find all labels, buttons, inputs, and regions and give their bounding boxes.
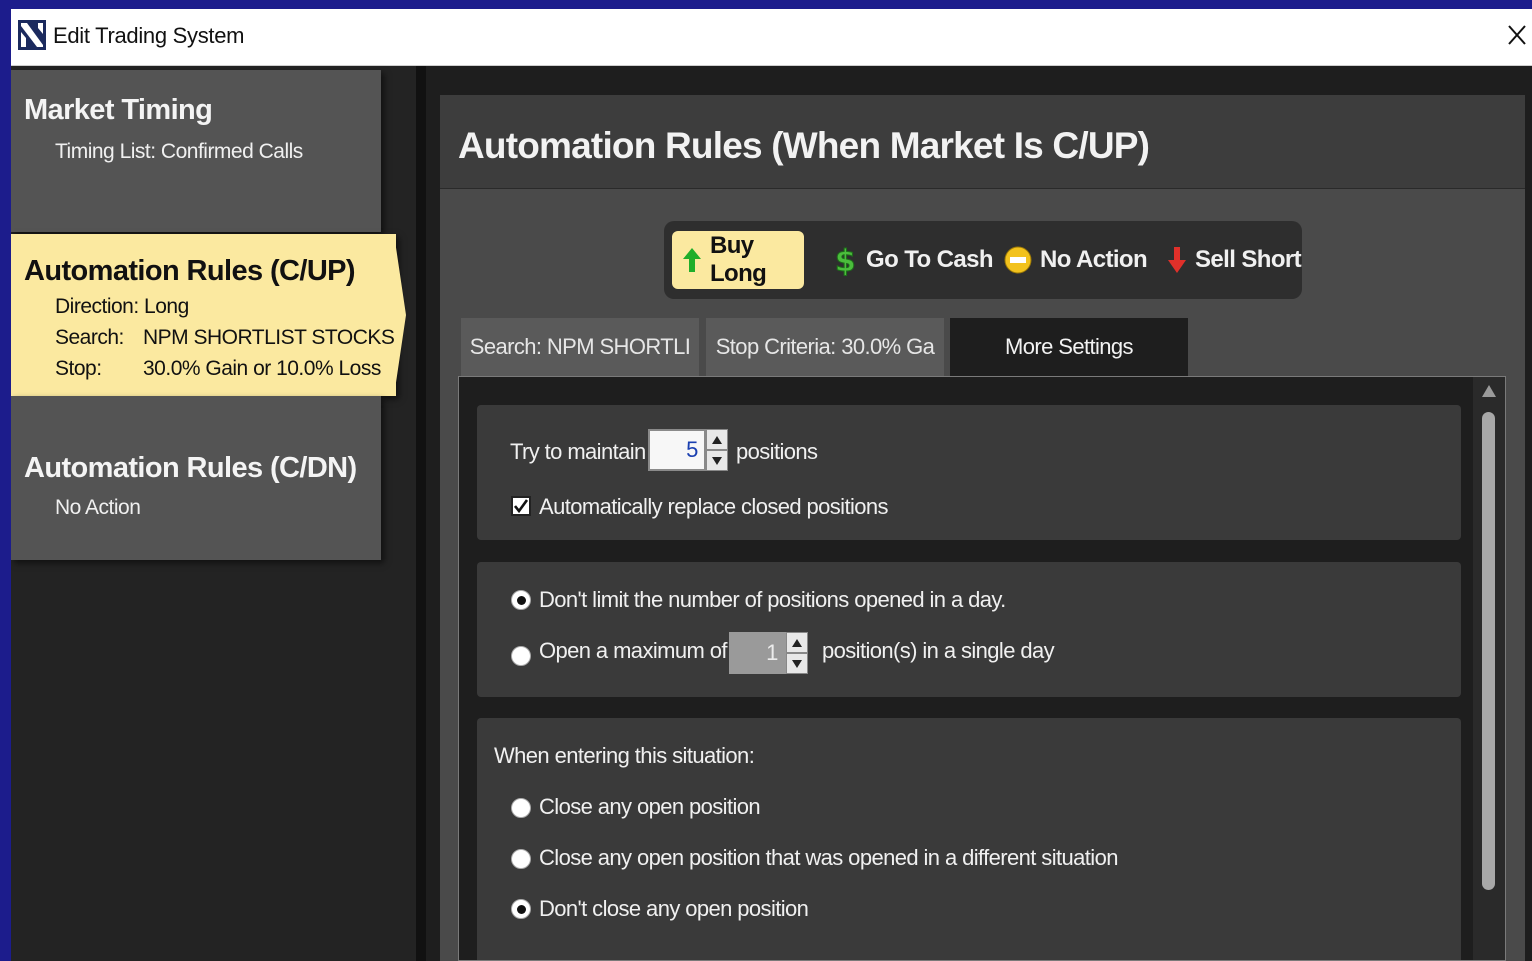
scroll-up-button[interactable] [1482, 385, 1496, 397]
stop-value: 30.0% Gain or 10.0% Loss [143, 357, 381, 380]
panel-header: Automation Rules (When Market Is C/UP) [440, 95, 1525, 189]
stop-label: Stop: [55, 357, 102, 380]
stepper-up-button[interactable] [706, 429, 728, 450]
auto-replace-checkbox[interactable] [511, 496, 531, 516]
radio-no-daily-limit[interactable] [511, 590, 531, 610]
stepper-down-button[interactable] [786, 653, 808, 674]
scroll-thumb[interactable] [1482, 412, 1495, 890]
max-per-day-input[interactable]: 1 [729, 632, 786, 674]
close-any-label: Close any open position [539, 794, 761, 819]
maintain-positions-stepper[interactable]: 5 [648, 429, 728, 471]
radio-selected-dot [516, 904, 526, 914]
nav-card-direction: Direction: Long [55, 295, 189, 318]
nav-card-title: Automation Rules (C/UP) [24, 255, 356, 287]
automation-rules-panel: Automation Rules (When Market Is C/UP) B… [440, 95, 1525, 961]
desktop-background-left [0, 9, 11, 961]
stepper-arrows [786, 632, 808, 674]
nav-card-title: Automation Rules (C/DN) [24, 452, 357, 484]
tab-stop-criteria[interactable]: Stop Criteria: 30.0% Ga [706, 318, 944, 376]
auto-replace-label: Automatically replace closed positions [539, 494, 889, 519]
stepper-up-button[interactable] [786, 632, 808, 653]
dont-close-label: Don't close any open position [539, 896, 809, 921]
radio-selected-dot [516, 595, 526, 605]
maintain-positions-input[interactable]: 5 [648, 429, 706, 471]
nav-card-subtitle: No Action [55, 496, 141, 519]
tab-search[interactable]: Search: NPM SHORTLI [461, 318, 699, 376]
panel-title: Automation Rules (When Market Is C/UP) [458, 125, 1150, 166]
radio-close-different[interactable] [511, 849, 531, 869]
buy-long-label: Buy Long [710, 232, 767, 287]
go-to-cash-button[interactable]: $ Go To Cash [832, 231, 993, 289]
maintain-suffix: positions [736, 439, 818, 464]
sell-short-label: Sell Short [1195, 246, 1302, 273]
edit-trading-system-window: Edit Trading System Market Timing Timing… [11, 9, 1532, 961]
nav-card-subtitle: Timing List: Confirmed Calls [55, 140, 303, 163]
chevron-up-icon [712, 435, 722, 444]
title-bar: Edit Trading System [11, 9, 1532, 66]
search-value: NPM SHORTLIST STOCKS [143, 326, 395, 349]
left-nav-panel: Market Timing Timing List: Confirmed Cal… [11, 66, 416, 961]
checkmark-icon [514, 499, 528, 513]
entering-situation-group: When entering this situation: Close any … [477, 718, 1461, 960]
sell-short-button[interactable]: Sell Short [1167, 231, 1302, 289]
no-action-label: No Action [1040, 246, 1148, 273]
window-title: Edit Trading System [53, 23, 245, 48]
nav-card-search-row: Search: NPM SHORTLIST STOCKS [55, 326, 395, 350]
radio-dont-close[interactable] [511, 899, 531, 919]
go-to-cash-label: Go To Cash [866, 246, 994, 273]
svg-text:$: $ [835, 244, 855, 276]
minus-circle-icon [1004, 246, 1032, 274]
action-selector: Buy Long $ Go To Cash No Action Sell Sho… [664, 221, 1302, 299]
stepper-arrows [706, 429, 728, 471]
close-different-label: Close any open position that was opened … [539, 845, 1118, 870]
nav-card-title: Market Timing [24, 94, 213, 126]
entering-label: When entering this situation: [494, 743, 755, 768]
no-action-button[interactable]: No Action [1004, 231, 1148, 289]
divider [416, 66, 426, 961]
daily-limit-group: Don't limit the number of positions open… [477, 562, 1461, 697]
chevron-down-icon [712, 456, 722, 465]
no-daily-limit-label: Don't limit the number of positions open… [539, 587, 1006, 612]
close-icon [1508, 25, 1526, 45]
nav-card-market-timing[interactable]: Market Timing Timing List: Confirmed Cal… [11, 70, 381, 232]
app-logo-icon [18, 20, 46, 50]
dollar-sign-icon: $ [832, 244, 858, 276]
red-down-arrow-icon [1167, 246, 1187, 274]
vertical-scrollbar[interactable] [1473, 377, 1505, 960]
tab-more-settings[interactable]: More Settings [950, 318, 1188, 376]
nav-card-automation-cup[interactable]: Automation Rules (C/UP) Direction: Long … [11, 234, 406, 396]
chevron-up-icon [792, 638, 802, 647]
maintain-label: Try to maintain [510, 439, 646, 464]
max-per-day-stepper[interactable]: 1 [729, 632, 808, 674]
selected-arrow [394, 234, 406, 396]
radio-max-per-day[interactable] [511, 646, 531, 666]
max-per-day-label: Open a maximum of [539, 638, 727, 663]
stepper-down-button[interactable] [706, 450, 728, 471]
positions-group: Try to maintain 5 positions Automaticall… [477, 405, 1461, 540]
green-up-arrow-icon [682, 247, 702, 273]
radio-close-any[interactable] [511, 798, 531, 818]
close-button[interactable] [1502, 17, 1532, 53]
buy-long-button[interactable]: Buy Long [672, 231, 804, 289]
nav-card-stop-row: Stop: 30.0% Gain or 10.0% Loss [55, 357, 381, 381]
more-settings-content: Try to maintain 5 positions Automaticall… [458, 376, 1506, 961]
search-label: Search: [55, 326, 124, 349]
max-per-day-suffix: position(s) in a single day [822, 638, 1055, 663]
nav-card-automation-cdn[interactable]: Automation Rules (C/DN) No Action [11, 396, 381, 560]
main-area: Automation Rules (When Market Is C/UP) B… [426, 66, 1532, 961]
desktop-background [0, 0, 1532, 9]
chevron-down-icon [792, 659, 802, 668]
